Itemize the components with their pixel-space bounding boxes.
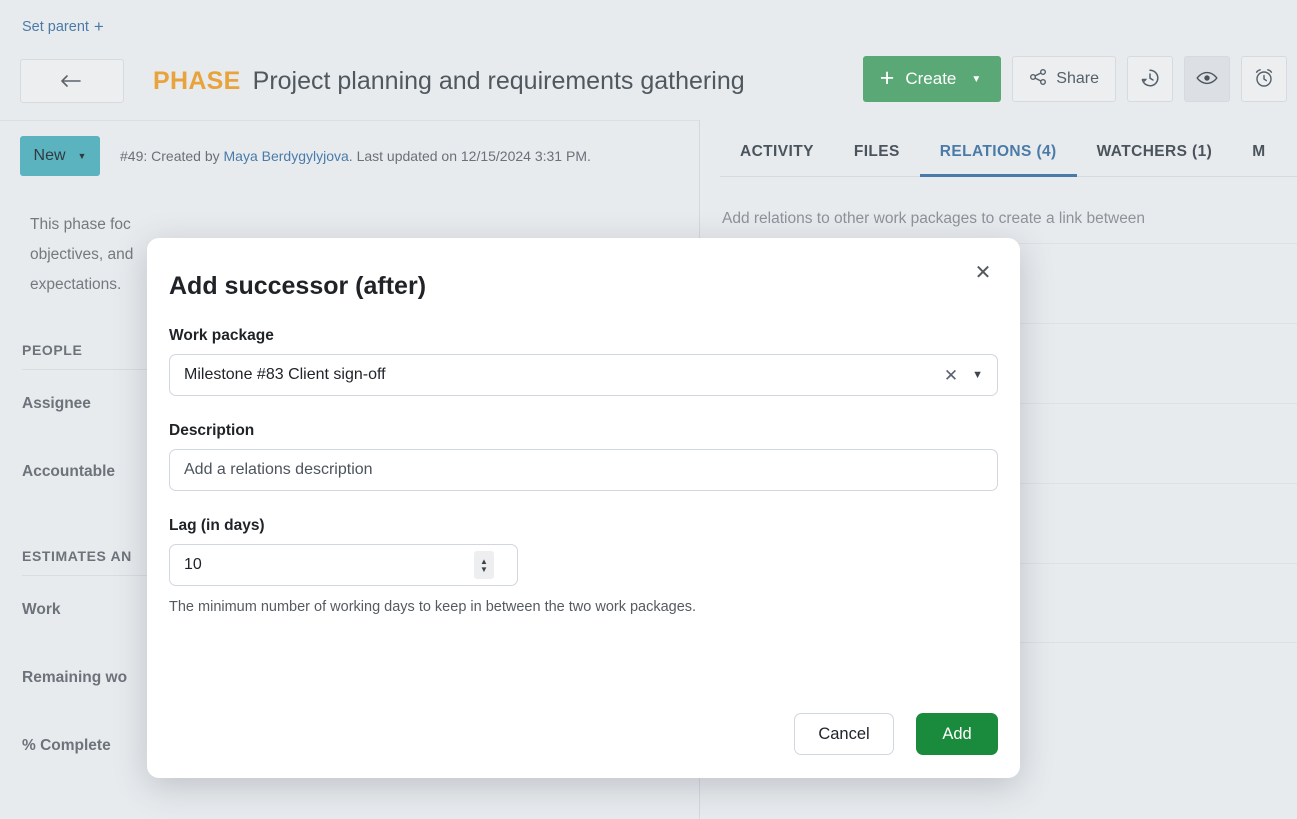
tab-activity[interactable]: ACTIVITY [720,143,834,177]
tab-watchers[interactable]: WATCHERS (1) [1077,143,1233,177]
chevron-up-icon[interactable]: ▲ [480,558,488,565]
tab-bar: ACTIVITY FILES RELATIONS (4) WATCHERS (1… [700,120,1297,177]
dialog-title: Add successor (after) [169,272,998,301]
chevron-down-icon[interactable]: ▼ [480,566,488,573]
back-arrow-icon [61,74,83,88]
description-field-label: Description [169,422,998,440]
relations-hint: Add relations to other work packages to … [700,177,1297,233]
share-nodes-icon [1029,68,1047,91]
tab-files[interactable]: FILES [834,143,920,177]
chevron-down-icon[interactable]: ▼ [972,369,983,381]
lag-field-label: Lag (in days) [169,517,998,535]
activity-history-button[interactable] [1127,56,1173,102]
lag-field-hint: The minimum number of working days to ke… [169,599,998,615]
watch-button[interactable] [1184,56,1230,102]
alarm-clock-icon [1253,67,1275,92]
chevron-down-icon: ▼ [78,151,87,161]
lag-input[interactable] [169,544,518,586]
status-row: New ▼ #49: Created by Maya Berdygylyjova… [0,121,699,176]
work-package-selected-value: Milestone #83 Client sign-off [184,366,944,384]
set-parent-link[interactable]: Set parent + [22,18,104,35]
attribute-label: Remaining wo [22,669,127,687]
description-line: This phase foc [30,210,638,240]
toolbar: + Create ▼ Share [863,56,1287,102]
reminder-button[interactable] [1241,56,1287,102]
tab-meetings[interactable]: M [1232,143,1285,177]
create-label: Create [905,69,956,89]
share-label: Share [1056,70,1099,88]
add-button[interactable]: Add [916,713,998,755]
create-button[interactable]: + Create ▼ [863,56,1002,102]
work-package-page: Set parent + PHASE Project planning and … [0,0,1297,819]
lag-field-wrapper: ▲ ▼ [169,544,518,586]
status-label: New [34,147,66,165]
meta-suffix: . Last updated on 12/15/2024 3:31 PM. [349,148,591,164]
share-button[interactable]: Share [1012,56,1116,102]
work-package-select[interactable]: Milestone #83 Client sign-off ✕ ▼ [169,354,998,396]
meta-prefix: #49: Created by [120,148,224,164]
page-title: Project planning and requirements gather… [253,67,745,96]
meta-author-link[interactable]: Maya Berdygylyjova [224,148,349,164]
set-parent-label: Set parent [22,19,89,35]
clear-icon[interactable]: ✕ [944,367,958,384]
status-badge[interactable]: New ▼ [20,136,100,176]
attribute-label: % Complete [22,737,111,755]
attribute-label: Work [22,601,60,619]
time-machine-icon [1139,67,1161,92]
attribute-label: Accountable [22,463,115,481]
back-button[interactable] [20,59,124,103]
add-successor-dialog: ✕ Add successor (after) Work package Mil… [147,238,1020,778]
chevron-down-icon: ▼ [971,74,981,85]
work-package-meta: #49: Created by Maya Berdygylyjova. Last… [120,148,591,164]
attribute-label: Assignee [22,395,91,413]
plus-icon: + [94,18,104,35]
eye-icon [1196,70,1218,89]
close-icon[interactable]: ✕ [968,258,998,288]
work-package-type: PHASE [153,67,241,96]
work-package-field-label: Work package [169,327,998,345]
quantity-stepper[interactable]: ▲ ▼ [474,551,494,579]
cancel-button[interactable]: Cancel [794,713,894,755]
tab-relations[interactable]: RELATIONS (4) [920,143,1077,177]
dialog-actions: Cancel Add [794,713,998,755]
description-input[interactable] [169,449,998,491]
plus-icon: + [880,66,895,91]
